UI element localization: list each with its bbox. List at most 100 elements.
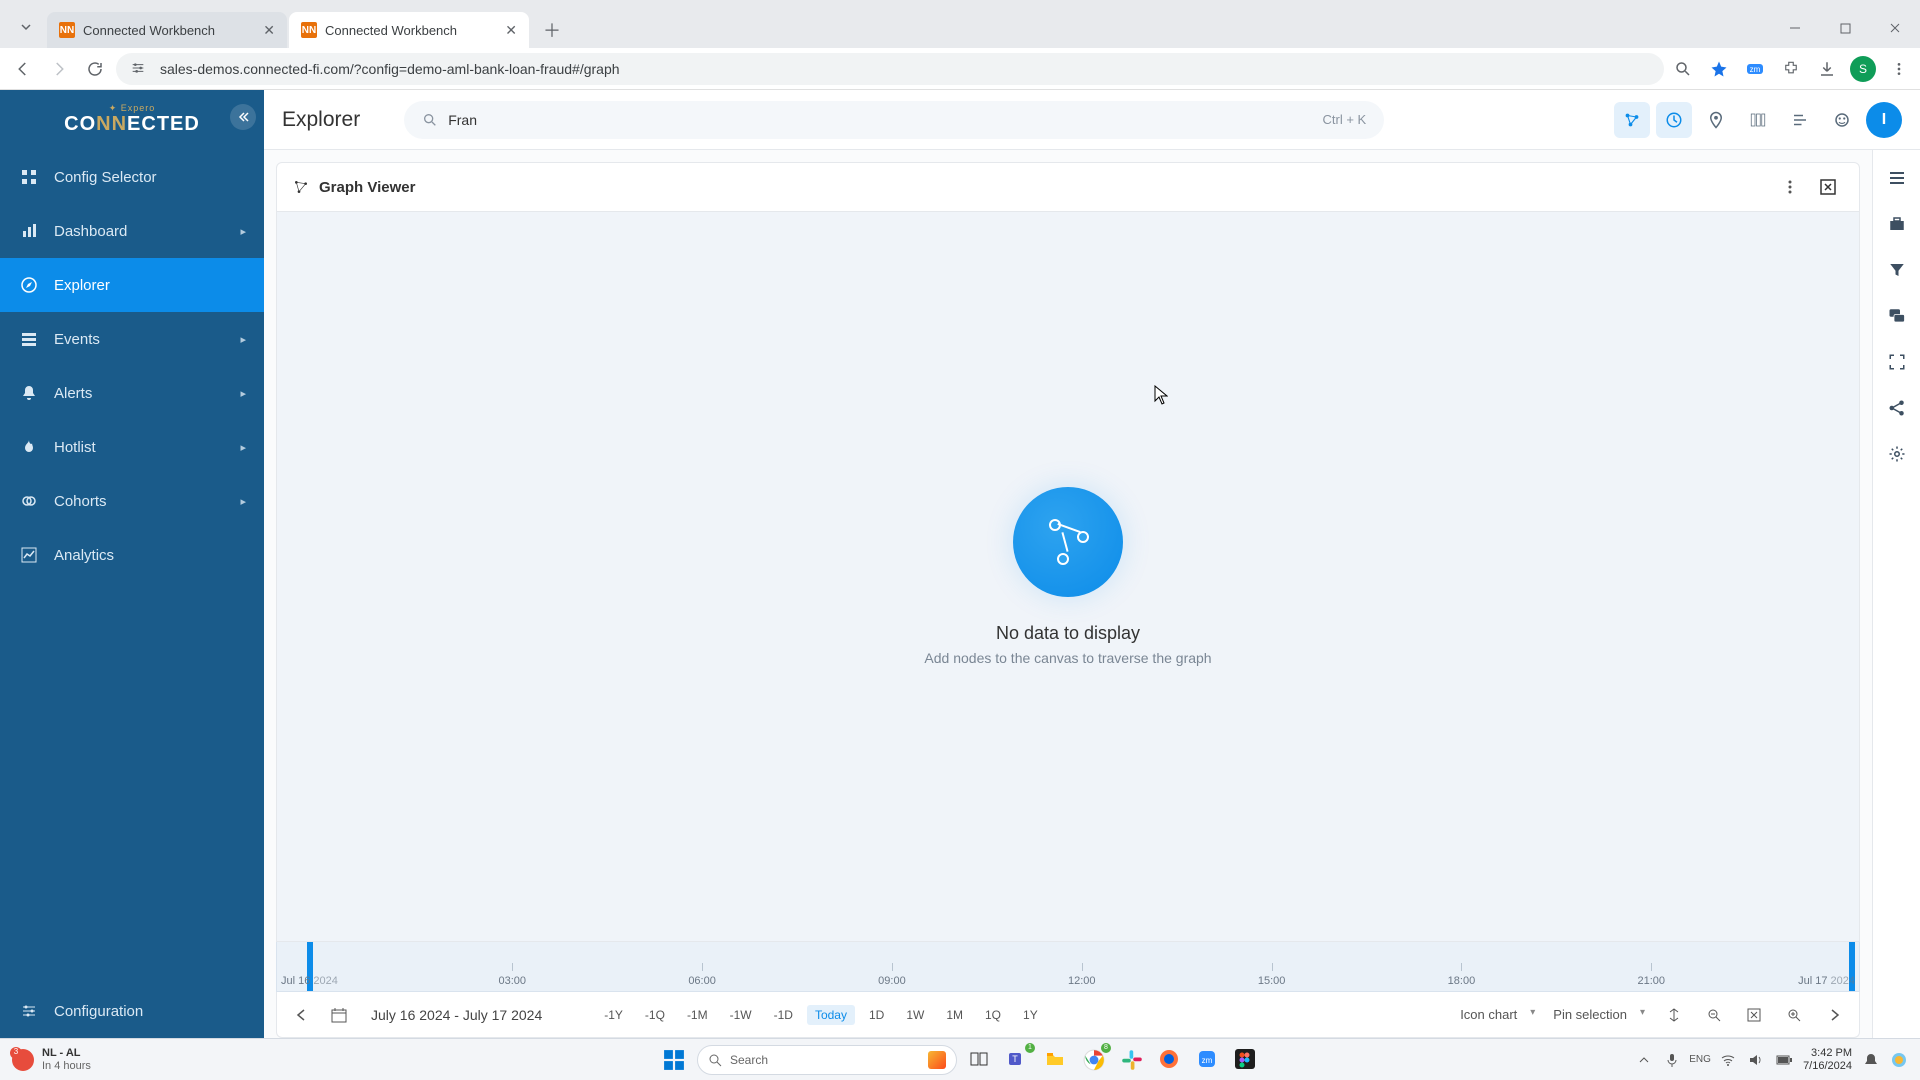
- taskbar-app-slack[interactable]: [1117, 1045, 1147, 1075]
- tray-language-icon[interactable]: ENG: [1691, 1051, 1709, 1069]
- site-settings-icon[interactable]: [130, 60, 148, 78]
- tray-notifications-icon[interactable]: [1862, 1051, 1880, 1069]
- chrome-menu-icon[interactable]: [1886, 56, 1912, 82]
- taskbar-app-firefox[interactable]: [1155, 1045, 1185, 1075]
- pin-selection-dropdown[interactable]: Pin selection: [1553, 1007, 1645, 1022]
- close-icon[interactable]: ✕: [263, 22, 275, 39]
- range-btn-1q-back[interactable]: -1Q: [637, 1005, 673, 1025]
- tab-search-dropdown-icon[interactable]: [10, 11, 42, 43]
- reload-button[interactable]: [80, 54, 110, 84]
- rail-share-icon[interactable]: [1879, 390, 1915, 426]
- close-icon[interactable]: ✕: [505, 22, 517, 39]
- sidebar-item-analytics[interactable]: Analytics: [0, 528, 264, 582]
- taskbar-search[interactable]: Search: [697, 1045, 957, 1075]
- timeline-tick: 18:00: [1448, 975, 1476, 987]
- forward-button[interactable]: [44, 54, 74, 84]
- tray-copilot-icon[interactable]: [1890, 1051, 1908, 1069]
- sidebar-collapse-button[interactable]: [230, 104, 256, 130]
- calendar-icon[interactable]: [327, 1003, 351, 1027]
- search-icon: [422, 112, 438, 128]
- browser-tab-active[interactable]: NN Connected Workbench ✕: [289, 12, 529, 48]
- sidebar-item-events[interactable]: Events ▸: [0, 312, 264, 366]
- sidebar-item-configuration[interactable]: Configuration: [0, 984, 264, 1038]
- timeline-prev-button[interactable]: [289, 1003, 313, 1027]
- downloads-icon[interactable]: [1814, 56, 1840, 82]
- zoom-out-icon[interactable]: [1703, 1004, 1725, 1026]
- panel-fullscreen-icon[interactable]: [1813, 172, 1843, 202]
- tray-wifi-icon[interactable]: [1719, 1051, 1737, 1069]
- url-input[interactable]: sales-demos.connected-fi.com/?config=dem…: [116, 53, 1664, 85]
- zoom-in-icon[interactable]: [1783, 1004, 1805, 1026]
- taskbar-app-zoom[interactable]: zm: [1193, 1045, 1223, 1075]
- range-btn-1q-fwd[interactable]: 1Q: [977, 1005, 1009, 1025]
- search-highlight-icon: [928, 1051, 946, 1069]
- grid-icon: [18, 169, 40, 185]
- sidebar-item-config-selector[interactable]: Config Selector: [0, 150, 264, 204]
- tray-battery-icon[interactable]: [1775, 1051, 1793, 1069]
- range-btn-1y-back[interactable]: -1Y: [596, 1005, 631, 1025]
- sidebar-item-dashboard[interactable]: Dashboard ▸: [0, 204, 264, 258]
- extension-zoom-icon[interactable]: zm: [1742, 56, 1768, 82]
- search-input[interactable]: [448, 112, 1322, 128]
- browser-tab[interactable]: NN Connected Workbench ✕: [47, 12, 287, 48]
- taskbar-app-explorer[interactable]: [1041, 1045, 1071, 1075]
- timeline-view-button[interactable]: [1656, 102, 1692, 138]
- search-input-wrapper[interactable]: Ctrl + K: [404, 101, 1384, 139]
- taskbar-app-figma[interactable]: [1231, 1045, 1261, 1075]
- range-btn-1d-fwd[interactable]: 1D: [861, 1005, 892, 1025]
- empty-state-icon: [1013, 487, 1123, 597]
- rail-frame-icon[interactable]: [1879, 344, 1915, 380]
- tray-clock[interactable]: 3:42 PM 7/16/2024: [1803, 1047, 1852, 1071]
- tray-volume-icon[interactable]: [1747, 1051, 1765, 1069]
- new-tab-button[interactable]: ＋: [537, 15, 567, 45]
- range-btn-1m-fwd[interactable]: 1M: [938, 1005, 971, 1025]
- graph-canvas[interactable]: No data to display Add nodes to the canv…: [276, 212, 1860, 942]
- ai-insights-button[interactable]: [1824, 102, 1860, 138]
- rail-chat-icon[interactable]: [1879, 298, 1915, 334]
- user-avatar[interactable]: I: [1866, 102, 1902, 138]
- sidebar-item-explorer[interactable]: Explorer: [0, 258, 264, 312]
- profile-avatar[interactable]: S: [1850, 56, 1876, 82]
- start-button[interactable]: [659, 1045, 689, 1075]
- close-window-button[interactable]: [1870, 8, 1920, 48]
- tray-mic-icon[interactable]: [1663, 1051, 1681, 1069]
- timeline: Jul 16 2024 03:00 06:00 09:00 12:00 15:0…: [276, 942, 1860, 1038]
- zoom-icon[interactable]: [1670, 56, 1696, 82]
- range-btn-1d-back[interactable]: -1D: [766, 1005, 801, 1025]
- rail-settings-icon[interactable]: [1879, 436, 1915, 472]
- chart-type-dropdown[interactable]: Icon chart: [1460, 1007, 1535, 1022]
- range-btn-1w-back[interactable]: -1W: [722, 1005, 760, 1025]
- taskbar-app-taskview[interactable]: [965, 1045, 995, 1075]
- fit-icon[interactable]: [1743, 1004, 1765, 1026]
- graph-view-button[interactable]: [1614, 102, 1650, 138]
- fit-vertical-icon[interactable]: [1663, 1004, 1685, 1026]
- range-btn-today[interactable]: Today: [807, 1005, 855, 1025]
- tray-time: 3:42 PM: [1803, 1047, 1852, 1059]
- rail-menu-icon[interactable]: [1879, 160, 1915, 196]
- back-button[interactable]: [8, 54, 38, 84]
- weather-line1: NL - AL: [42, 1047, 91, 1059]
- range-btn-1m-back[interactable]: -1M: [679, 1005, 716, 1025]
- timeline-next-button[interactable]: [1823, 1003, 1847, 1027]
- sidebar-item-hotlist[interactable]: Hotlist ▸: [0, 420, 264, 474]
- range-btn-1y-fwd[interactable]: 1Y: [1015, 1005, 1046, 1025]
- rail-filter-icon[interactable]: [1879, 252, 1915, 288]
- bookmark-star-icon[interactable]: [1706, 56, 1732, 82]
- table-view-button[interactable]: [1740, 102, 1776, 138]
- sidebar-item-cohorts[interactable]: Cohorts ▸: [0, 474, 264, 528]
- bar-chart-icon: [18, 223, 40, 239]
- list-view-button[interactable]: [1782, 102, 1818, 138]
- map-view-button[interactable]: [1698, 102, 1734, 138]
- extensions-icon[interactable]: [1778, 56, 1804, 82]
- timeline-track[interactable]: Jul 16 2024 03:00 06:00 09:00 12:00 15:0…: [276, 942, 1860, 992]
- taskbar-app-chrome[interactable]: 8: [1079, 1045, 1109, 1075]
- tray-chevron-icon[interactable]: [1635, 1051, 1653, 1069]
- range-btn-1w-fwd[interactable]: 1W: [898, 1005, 932, 1025]
- rail-briefcase-icon[interactable]: [1879, 206, 1915, 242]
- maximize-button[interactable]: [1820, 8, 1870, 48]
- taskbar-weather-widget[interactable]: 3 NL - AL In 4 hours: [12, 1047, 91, 1071]
- minimize-button[interactable]: [1770, 8, 1820, 48]
- panel-menu-icon[interactable]: [1775, 172, 1805, 202]
- taskbar-app-teams[interactable]: T1: [1003, 1045, 1033, 1075]
- sidebar-item-alerts[interactable]: Alerts ▸: [0, 366, 264, 420]
